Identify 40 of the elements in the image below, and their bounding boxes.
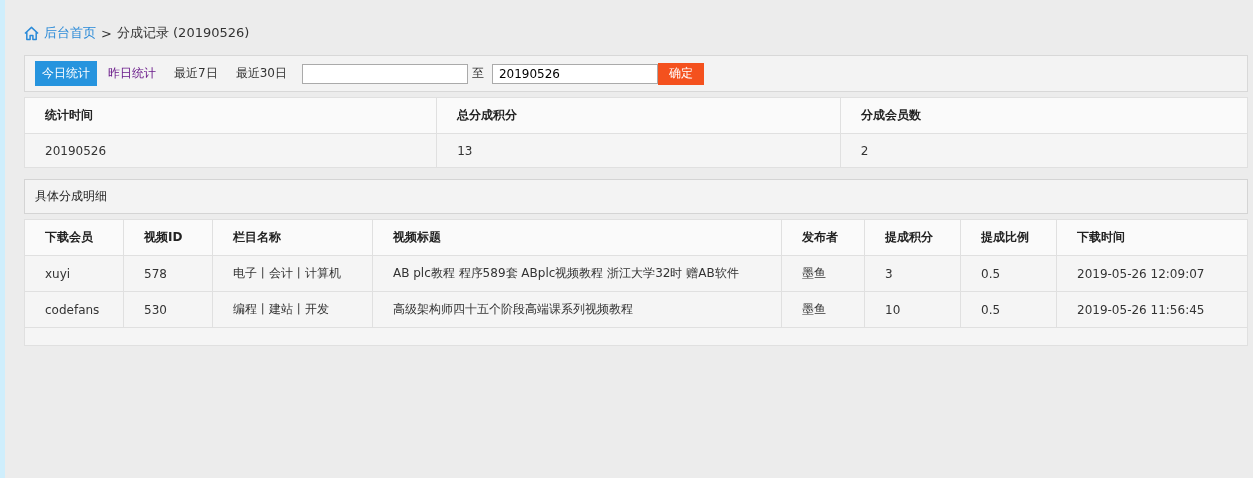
table-cell: 墨鱼: [781, 291, 865, 328]
table-cell: 高级架构师四十五个阶段高端课系列视频教程: [372, 291, 782, 328]
column-header: 视频ID: [123, 219, 213, 256]
table-cell: 0.5: [960, 255, 1057, 292]
table-cell: 3: [864, 255, 961, 292]
to-label: 至: [471, 65, 484, 82]
table-cell: xuyi: [24, 255, 124, 292]
section-title: 具体分成明细: [24, 179, 1248, 214]
column-header: 发布者: [781, 219, 865, 256]
table-cell: 编程丨建站丨开发: [212, 291, 373, 328]
table-cell: 20190526: [24, 133, 437, 168]
home-icon: [24, 25, 39, 41]
period-tab[interactable]: 最近7日: [167, 61, 225, 86]
table-cell: 墨鱼: [781, 255, 865, 292]
table-cell: 2019-05-26 12:09:07: [1056, 255, 1248, 292]
page-title: 分成记录 (20190526): [116, 24, 250, 42]
table-cell: 2019-05-26 11:56:45: [1056, 291, 1248, 328]
breadcrumb-separator: >: [101, 25, 112, 41]
table-cell: 530: [123, 291, 213, 328]
table-cell: 0.5: [960, 291, 1057, 328]
table-cell: 13: [436, 133, 841, 168]
table-cell: 10: [864, 291, 961, 328]
end-date-field[interactable]: 20190526: [491, 63, 658, 84]
table-cell: 电子丨会计丨计算机: [212, 255, 373, 292]
column-header: 分成会员数: [840, 97, 1248, 134]
table-cell: 578: [123, 255, 213, 292]
column-header: 下载会员: [24, 219, 124, 256]
column-header: 提成比例: [960, 219, 1057, 256]
start-date-field[interactable]: [301, 63, 468, 84]
period-tab[interactable]: 昨日统计: [101, 61, 163, 86]
table-cell: codefans: [24, 291, 124, 328]
column-header: 栏目名称: [212, 219, 373, 256]
table-cell: 2: [840, 133, 1248, 168]
column-header: 视频标题: [372, 219, 782, 256]
column-header: 总分成积分: [436, 97, 841, 134]
column-header: 下载时间: [1056, 219, 1248, 256]
period-tab[interactable]: 最近30日: [228, 61, 294, 86]
column-header: 统计时间: [24, 97, 437, 134]
column-header: 提成积分: [864, 219, 961, 256]
table-cell: AB plc教程 程序589套 ABplc视频教程 浙江大学32时 赠AB软件: [372, 255, 782, 292]
